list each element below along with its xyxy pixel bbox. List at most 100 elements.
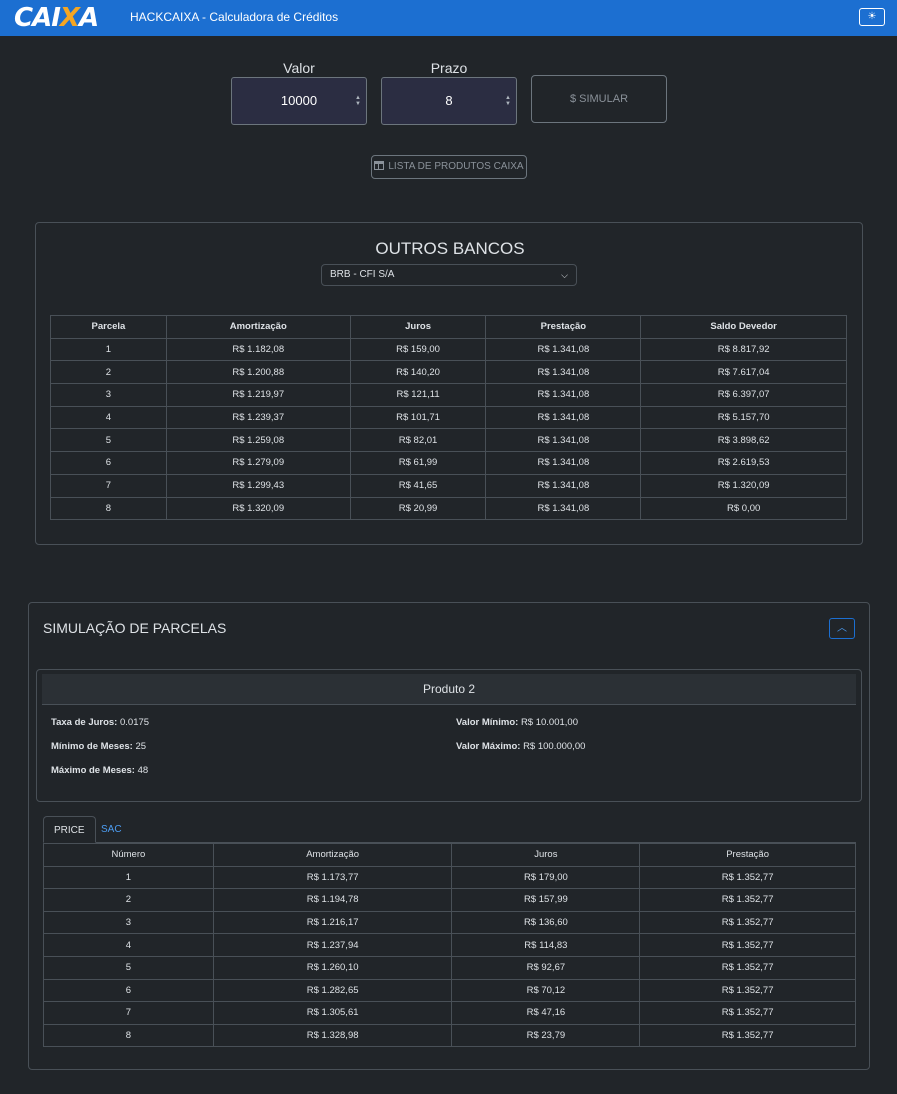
navbar: CAIXA HACKCAIXA - Calculadora de Crédito… [0, 0, 897, 36]
table-cell: 7 [43, 1001, 214, 1025]
column-header: Amortização [212, 843, 453, 867]
table-cell: 8 [50, 496, 167, 521]
table-row: 2 R$ 1.194,78 R$ 157,99 R$ 1.352,77 [43, 888, 856, 912]
table-cell: R$ 1.320,09 [640, 473, 847, 498]
column-header: Prestação [485, 315, 642, 339]
product-list-label: LISTA DE PRODUTOS CAIXA [388, 161, 524, 172]
simulacao-title: SIMULAÇÃO DE PARCELAS [43, 620, 227, 636]
sun-icon: ☀ [867, 11, 877, 22]
bank-select[interactable]: BRB - CFI S/A ⌵ [321, 264, 577, 286]
table-cell: R$ 1.352,77 [639, 910, 856, 935]
outros-bancos-card: OUTROS BANCOS BRB - CFI S/A ⌵ Parcela Amo… [35, 222, 863, 545]
table-row: 8 R$ 1.320,09 R$ 20,99 R$ 1.341,08 R$ 0,00 [50, 496, 847, 521]
table-cell: R$ 1.352,77 [639, 1023, 856, 1048]
simulacao-card: SIMULAÇÃO DE PARCELAS ︿ Produto 2 Taxa d… [28, 602, 870, 1070]
table-cell: R$ 1.237,94 [212, 933, 453, 957]
table-cell: R$ 157,99 [451, 888, 641, 912]
table-cell: R$ 8.817,92 [640, 337, 847, 362]
prazo-input[interactable]: 8 ▲ ▼ [381, 77, 517, 125]
table-cell: R$ 0,00 [640, 496, 847, 521]
table-cell: R$ 1.305,61 [212, 1001, 453, 1025]
table-cell: 5 [43, 955, 214, 980]
tab-price[interactable]: PRICE [43, 816, 96, 843]
chevron-up-icon: ︿ [837, 623, 847, 634]
table-cell: 4 [50, 405, 167, 430]
table-cell: R$ 1.216,17 [212, 910, 453, 935]
table-cell: R$ 1.352,77 [639, 933, 856, 957]
parcelas-table: Número Amortização Juros Prestação 1 R$ 1.17… [43, 843, 856, 1048]
table-row: 1 R$ 1.182,08 R$ 159,00 R$ 1.341,08 R$ 8.817… [50, 337, 847, 362]
table-cell: R$ 61,99 [349, 451, 487, 475]
column-header: Amortização [165, 315, 351, 339]
table-cell: R$ 1.341,08 [485, 473, 642, 498]
column-header: Juros [349, 315, 487, 339]
column-header: Juros [451, 843, 641, 867]
table-cell: R$ 136,60 [451, 910, 641, 935]
table-cell: R$ 1.219,97 [165, 383, 351, 407]
table-cell: R$ 1.341,08 [485, 451, 642, 475]
table-cell: R$ 2.619,53 [640, 451, 847, 475]
column-header: Parcela [50, 315, 167, 339]
tab-sac[interactable]: SAC [91, 816, 132, 843]
product-list-button[interactable]: LISTA DE PRODUTOS CAIXA [371, 155, 527, 179]
table-cell: R$ 7.617,04 [640, 360, 847, 385]
bancos-table: Parcela Amortização Juros Prestação Saldo De… [50, 315, 847, 521]
app-title: HACKCAIXA - Calculadora de Créditos [130, 10, 339, 24]
table-row: 7 R$ 1.299,43 R$ 41,65 R$ 1.341,08 R$ 1.320,… [50, 473, 847, 498]
simulate-button[interactable]: $ SIMULAR [531, 75, 667, 123]
spinner-icon[interactable]: ▲ ▼ [505, 95, 511, 107]
valor-label: Valor [283, 60, 315, 76]
table-cell: R$ 1.320,09 [165, 496, 351, 521]
maximo-meses: Máximo de Meses: 48 [51, 765, 149, 776]
prazo-label: Prazo [430, 60, 468, 76]
table-cell: R$ 1.341,08 [485, 496, 642, 521]
table-cell: R$ 1.182,08 [165, 337, 351, 362]
table-cell: 2 [43, 888, 214, 912]
table-cell: 1 [43, 865, 214, 890]
table-cell: 2 [50, 360, 167, 385]
table-row: 6 R$ 1.279,09 R$ 61,99 R$ 1.341,08 R$ 2.619,… [50, 451, 847, 475]
table-cell: 4 [43, 933, 214, 957]
table-cell: R$ 1.352,77 [639, 1001, 856, 1025]
collapse-button[interactable]: ︿ [829, 618, 855, 639]
table-cell: R$ 1.352,77 [639, 888, 856, 912]
table-cell: R$ 1.341,08 [485, 428, 642, 453]
table-row: 3 R$ 1.219,97 R$ 121,11 R$ 1.341,08 R$ 6.397… [50, 383, 847, 407]
table-cell: R$ 1.279,09 [165, 451, 351, 475]
chevron-down-icon: ⌵ [561, 270, 568, 280]
table-row: 7 R$ 1.305,61 R$ 47,16 R$ 1.352,77 [43, 1001, 856, 1025]
table-cell: R$ 47,16 [451, 1001, 641, 1025]
table-cell: R$ 1.352,77 [639, 955, 856, 980]
table-cell: 5 [50, 428, 167, 453]
table-cell: R$ 1.352,77 [639, 865, 856, 890]
column-header: Número [43, 843, 214, 867]
table-cell: R$ 70,12 [451, 978, 641, 1003]
spinner-icon[interactable]: ▲ ▼ [355, 95, 361, 107]
table-row: 8 R$ 1.328,98 R$ 23,79 R$ 1.352,77 [43, 1023, 856, 1048]
table-cell: R$ 1.341,08 [485, 360, 642, 385]
table-cell: R$ 1.200,88 [165, 360, 351, 385]
table-cell: 3 [43, 910, 214, 935]
valor-input-value: 10000 [280, 93, 318, 108]
table-row: 2 R$ 1.200,88 R$ 140,20 R$ 1.341,08 R$ 7.617… [50, 360, 847, 385]
table-row: 1 R$ 1.173,77 R$ 179,00 R$ 1.352,77 [43, 865, 856, 890]
valor-input[interactable]: 10000 ▲ ▼ [231, 77, 367, 125]
table-cell: R$ 23,79 [451, 1023, 641, 1048]
table-row: 4 R$ 1.237,94 R$ 114,83 R$ 1.352,77 [43, 933, 856, 957]
caixa-logo[interactable]: CAIXA [14, 3, 99, 33]
table-cell: 7 [50, 473, 167, 498]
bank-select-value: BRB - CFI S/A [330, 269, 395, 280]
theme-toggle-button[interactable]: ☀ [859, 8, 885, 26]
table-cell: 3 [50, 383, 167, 407]
table-cell: 6 [43, 978, 214, 1003]
table-cell: 6 [50, 451, 167, 475]
table-cell: R$ 1.194,78 [212, 888, 453, 912]
table-cell: R$ 1.239,37 [165, 405, 351, 430]
column-header: Prestação [639, 843, 856, 867]
dollar-icon: $ [569, 93, 577, 105]
table-cell: R$ 1.282,65 [212, 978, 453, 1003]
table-cell: R$ 1.341,08 [485, 405, 642, 430]
simulate-label: SIMULAR [579, 93, 629, 105]
table-cell: R$ 1.352,77 [639, 978, 856, 1003]
table-cell: R$ 1.259,08 [165, 428, 351, 453]
